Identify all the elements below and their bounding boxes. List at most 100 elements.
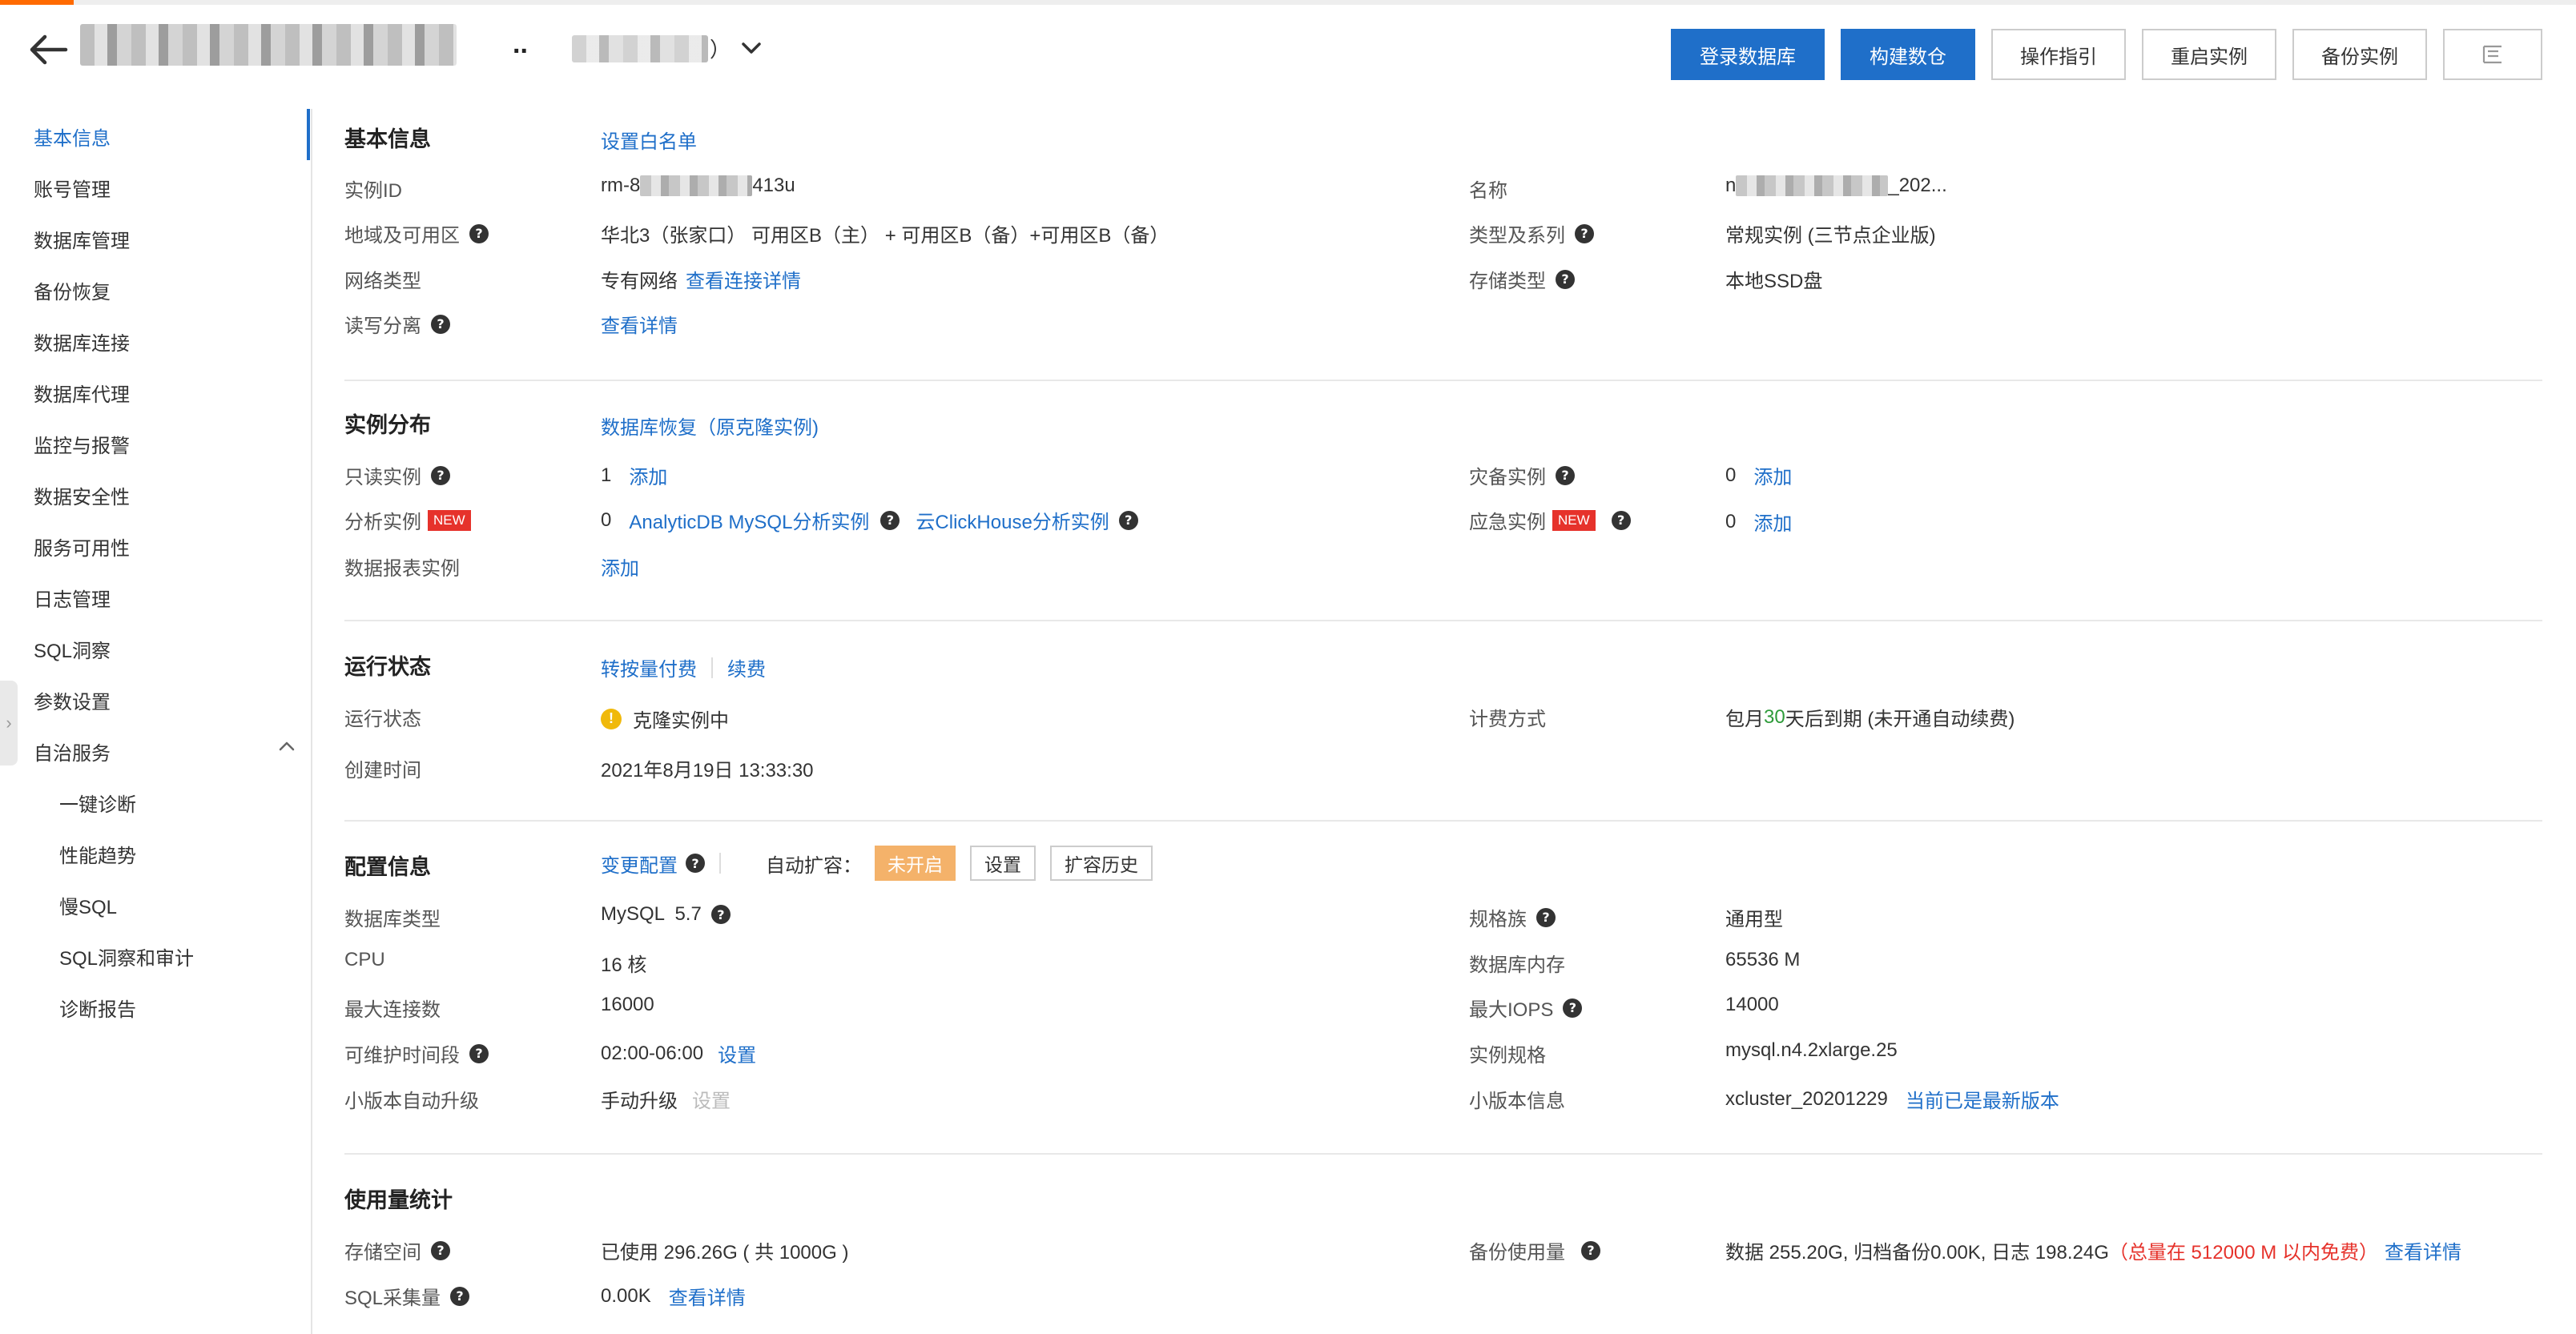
emergency-label-text: 应急实例 [1469, 512, 1546, 533]
help-icon[interactable]: ? [431, 314, 450, 334]
sidebar-item-security[interactable]: 数据安全性 [34, 481, 130, 509]
analyticdb-link[interactable]: AnalyticDB MySQL分析实例 [629, 506, 869, 534]
clickhouse-link[interactable]: 云ClickHouse分析实例 [916, 506, 1109, 534]
backup-details-link[interactable]: 查看详情 [2385, 1236, 2461, 1264]
help-icon[interactable]: ? [431, 465, 450, 485]
backup-usage-value: 数据 255.20G, 归档备份0.00K, 日志 198.24G （总量在 5… [1725, 1236, 2461, 1264]
dbtype-value: MySQL 5.7? [601, 903, 731, 926]
help-icon[interactable]: ? [1556, 269, 1575, 289]
running-links: 转按量付费 续费 [601, 653, 766, 681]
help-icon[interactable]: ? [686, 854, 705, 873]
status-value: ! 克隆实例中 [601, 705, 729, 733]
sidebar-subitem-performance[interactable]: 性能趋势 [59, 840, 136, 868]
help-icon[interactable]: ? [1563, 998, 1583, 1018]
readonly-count: 1 [601, 464, 612, 486]
sidebar-subitem-report[interactable]: 诊断报告 [59, 994, 136, 1022]
sidebar-item-autonomous[interactable]: 自治服务 [34, 737, 111, 765]
sidebar-item-backup-restore[interactable]: 备份恢复 [34, 276, 111, 304]
sidebar-item-availability[interactable]: 服务可用性 [34, 532, 130, 561]
maintenance-label: 可维护时间段? [344, 1039, 489, 1067]
name-redacted [1736, 175, 1889, 196]
help-icon[interactable]: ? [1556, 465, 1575, 485]
add-readonly-link[interactable]: 添加 [629, 461, 667, 489]
autoscale-history-button[interactable]: 扩容历史 [1050, 846, 1153, 881]
chevron-right-icon: › [6, 713, 12, 733]
help-icon[interactable]: ? [469, 1043, 489, 1063]
sql-collection-value: 0.00K 查看详情 [601, 1282, 746, 1310]
sql-details-link[interactable]: 查看详情 [669, 1282, 746, 1310]
renew-link[interactable]: 续费 [727, 653, 766, 681]
sidebar-item-logs[interactable]: 日志管理 [34, 584, 111, 612]
section-title-config: 配置信息 [344, 855, 431, 879]
rw-split-value: 查看详情 [601, 310, 678, 338]
sidebar-active-indicator [307, 109, 310, 160]
sidebar-item-proxy[interactable]: 数据库代理 [34, 379, 130, 407]
help-icon[interactable]: ? [710, 905, 731, 924]
help-icon[interactable]: ? [431, 1240, 450, 1260]
back-arrow-icon[interactable] [27, 34, 69, 66]
sidebar-item-accounts[interactable]: 账号管理 [34, 174, 111, 202]
auto-upgrade-value-text: 手动升级 [601, 1091, 678, 1112]
rw-details-link[interactable]: 查看详情 [601, 310, 678, 338]
help-icon[interactable]: ? [469, 223, 489, 243]
section-title-running: 运行状态 [344, 655, 431, 679]
backup-free-note: （总量在 512000 M 以内免费） [2108, 1242, 2378, 1264]
switch-payg-link[interactable]: 转按量付费 [601, 653, 697, 681]
sidebar-item-monitoring[interactable]: 监控与报警 [34, 430, 130, 458]
sidebar-item-parameters[interactable]: 参数设置 [34, 686, 111, 714]
sidebar-item-basic-info[interactable]: 基本信息 [34, 123, 111, 151]
type-value: 常规实例 (三节点企业版) [1725, 225, 1936, 247]
sidebar-subitem-sql-audit[interactable]: SQL洞察和审计 [59, 942, 194, 970]
help-icon[interactable]: ? [1118, 510, 1138, 530]
instance-id-suffix: 413u [752, 175, 795, 196]
section-divider [344, 380, 2542, 381]
restore-link[interactable]: 数据库恢复（原克隆实例) [601, 412, 819, 440]
auto-upgrade-value: 手动升级 设置 [601, 1085, 731, 1113]
help-icon[interactable]: ? [880, 510, 900, 530]
help-icon[interactable]: ? [1581, 1240, 1600, 1260]
sidebar-toggle[interactable]: › [0, 681, 18, 765]
instance-id-prefix: rm-8 [601, 175, 641, 196]
analytic-value: 0 AnalyticDB MySQL分析实例 ? 云ClickHouse分析实例… [601, 506, 1138, 534]
sql-collection-label-text: SQL采集量 [344, 1288, 441, 1309]
sidebar-item-databases[interactable]: 数据库管理 [34, 225, 130, 253]
sidebar-item-connections[interactable]: 数据库连接 [34, 327, 130, 356]
connection-details-link[interactable]: 查看连接详情 [686, 265, 801, 293]
report-value: 添加 [601, 552, 639, 581]
iops-label-text: 最大IOPS [1469, 999, 1554, 1021]
auto-upgrade-label: 小版本自动升级 [344, 1091, 479, 1112]
analytic-label: 分析实例 NEW [344, 506, 471, 534]
version-value-text: xcluster_20201229 [1725, 1087, 1888, 1110]
emergency-label: 应急实例 NEW ? [1469, 506, 1631, 534]
billing-label: 计费方式 [1469, 709, 1546, 730]
change-config-link[interactable]: 变更配置 [601, 850, 678, 878]
name-value: n _202... [1725, 175, 1947, 197]
version-label: 小版本信息 [1469, 1091, 1565, 1112]
region-label: 地域及可用区? [344, 219, 489, 247]
add-report-link[interactable]: 添加 [601, 552, 639, 581]
autoscale-settings-button[interactable]: 设置 [970, 846, 1036, 881]
help-icon[interactable]: ? [450, 1286, 470, 1306]
name-label: 名称 [1469, 180, 1507, 202]
memory-label: 数据库内存 [1469, 954, 1565, 976]
chevron-up-icon[interactable] [277, 740, 296, 753]
storage-label-text: 存储空间 [344, 1242, 421, 1264]
spec-label: 实例规格 [1469, 1045, 1546, 1067]
rw-split-label: 读写分离? [344, 310, 450, 338]
status-value-text: 克隆实例中 [633, 710, 729, 732]
whitelist-link-text[interactable]: 设置白名单 [601, 126, 697, 154]
maintenance-settings-link[interactable]: 设置 [718, 1039, 756, 1067]
help-icon[interactable]: ? [1575, 223, 1594, 243]
sidebar-item-sql-insight[interactable]: SQL洞察 [34, 635, 111, 663]
sidebar-subitem-slow-sql[interactable]: 慢SQL [59, 891, 117, 919]
help-icon[interactable]: ? [1611, 510, 1631, 530]
family-label: 规格族? [1469, 903, 1556, 931]
add-disaster-link[interactable]: 添加 [1753, 461, 1792, 489]
latest-version-link[interactable]: 当前已是最新版本 [1906, 1085, 2059, 1113]
sql-collection-label: SQL采集量? [344, 1282, 470, 1310]
help-icon[interactable]: ? [1536, 907, 1556, 927]
add-emergency-link[interactable]: 添加 [1753, 508, 1792, 536]
upgrade-settings-link-disabled: 设置 [692, 1091, 731, 1112]
sidebar-subitem-diagnosis[interactable]: 一键诊断 [59, 789, 136, 817]
analytic-label-text: 分析实例 [344, 512, 421, 533]
